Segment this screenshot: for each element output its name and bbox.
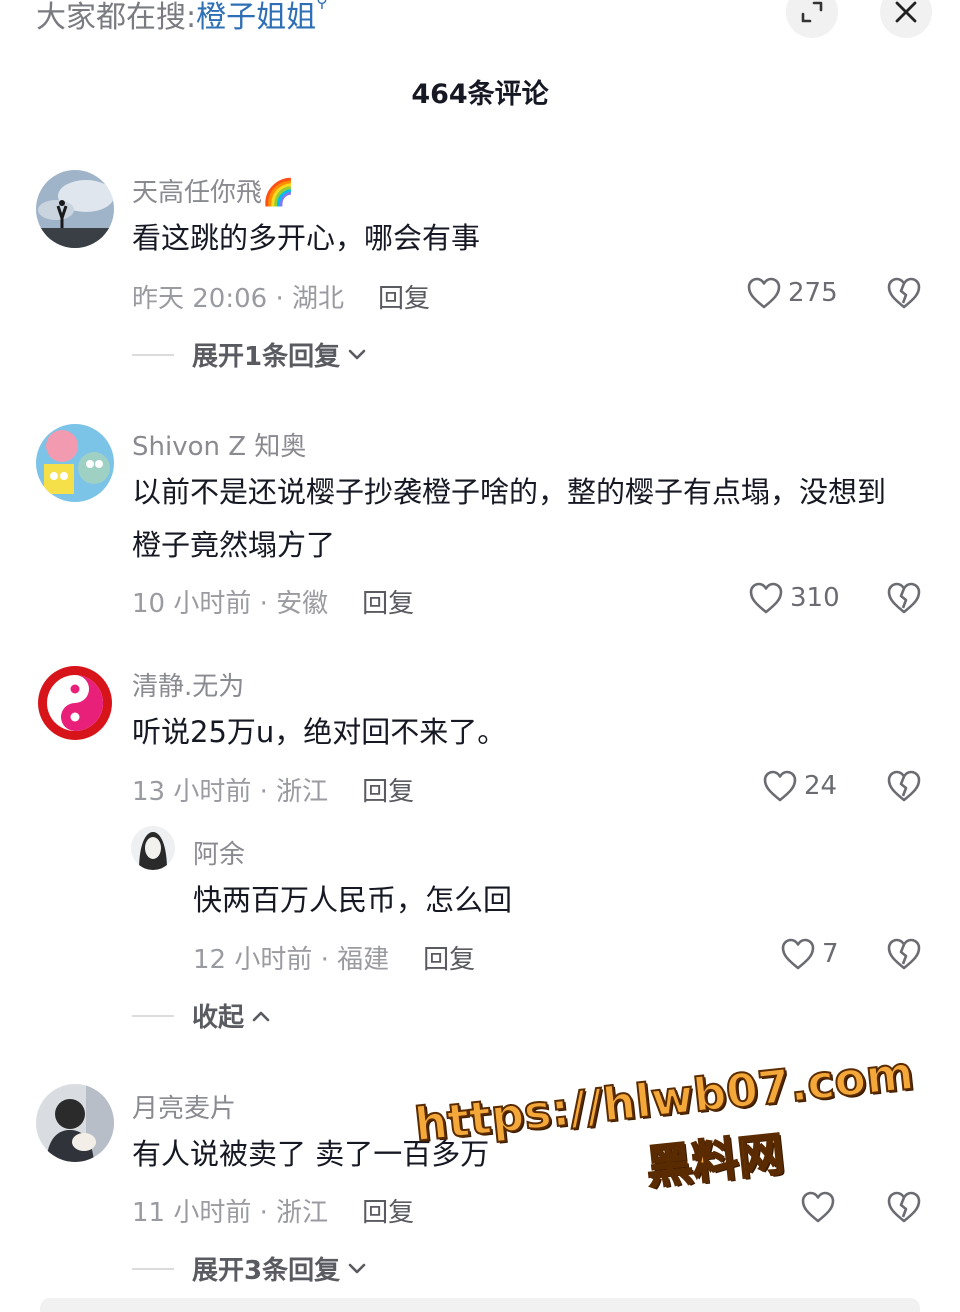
comment-username[interactable]: 天高任你飛🌈 — [132, 172, 294, 209]
reply-button[interactable]: 回复 — [362, 589, 414, 619]
like-count: 275 — [788, 278, 838, 308]
divider-line — [132, 1014, 174, 1017]
comment-username[interactable]: 清静.无为 — [132, 666, 244, 703]
dislike-button[interactable] — [886, 1190, 922, 1228]
heart-icon — [747, 277, 781, 309]
dislike-button[interactable] — [886, 769, 922, 807]
reply-button[interactable]: 回复 — [378, 284, 430, 314]
broken-heart-icon — [887, 277, 921, 309]
like-button[interactable]: 275 — [746, 276, 838, 310]
comment-text: 以前不是还说樱子抄袭橙子啥的，整的樱子有点塌，没想到橙子竟然塌方了 — [132, 475, 887, 562]
chevron-down-icon — [348, 349, 366, 359]
heart-icon — [763, 770, 797, 802]
comment-text: 听说25万u，绝对回不来了。 — [132, 715, 507, 749]
expand-replies-label: 展开1条回复 — [192, 342, 341, 372]
heart-icon — [749, 582, 783, 614]
expand-replies-button[interactable]: 展开1条回复 — [132, 336, 366, 373]
dislike-button[interactable] — [886, 937, 922, 975]
search-icon: ⚲ — [316, 0, 328, 11]
like-count: 24 — [804, 771, 838, 801]
expand-replies-label: 展开3条回复 — [192, 1256, 341, 1286]
broken-heart-icon — [887, 770, 921, 802]
avatar[interactable] — [36, 170, 114, 248]
comment-username[interactable]: Shivon Z 知奥 — [132, 426, 306, 463]
top-bar: 大家都在搜:橙子姐姐⚲ — [0, 0, 960, 40]
reply-meta: 12 小时前 · 福建 回复 — [193, 939, 475, 976]
comment-count: 464条评论 — [411, 79, 549, 110]
comment-meta: 11 小时前 · 浙江 回复 — [132, 1192, 414, 1229]
comment-text: 看这跳的多开心，哪会有事 — [132, 221, 481, 255]
avatar[interactable] — [36, 664, 114, 742]
search-suggestion-prefix: 大家都在搜: — [36, 0, 197, 35]
expand-replies-button[interactable]: 展开3条回复 — [132, 1250, 366, 1287]
reply-avatar[interactable] — [131, 826, 175, 870]
dislike-button[interactable] — [886, 276, 922, 314]
heart-icon — [801, 1191, 835, 1223]
expand-button[interactable] — [786, 0, 838, 38]
reply-button[interactable]: 回复 — [423, 945, 475, 975]
heart-icon — [781, 938, 815, 970]
divider-line — [132, 353, 174, 356]
comment-time-location: 13 小时前 · 浙江 — [132, 777, 329, 807]
collapse-replies-button[interactable]: 收起 — [132, 997, 270, 1034]
like-button[interactable]: 24 — [762, 769, 837, 803]
like-button[interactable]: 7 — [780, 937, 839, 971]
comment-meta: 昨天 20:06 · 湖北 回复 — [132, 278, 430, 315]
comment-time-location: 10 小时前 · 安徽 — [132, 589, 329, 619]
chevron-up-icon — [252, 1011, 270, 1021]
divider-line — [132, 1267, 174, 1270]
like-count: 7 — [822, 939, 839, 969]
search-suggestion[interactable]: 大家都在搜:橙子姐姐⚲ — [36, 0, 328, 36]
comment-input-bar[interactable] — [40, 1298, 920, 1312]
dislike-button[interactable] — [886, 581, 922, 619]
chevron-down-icon — [348, 1263, 366, 1273]
comment-username[interactable]: 月亮麦片 — [132, 1088, 236, 1125]
search-suggestion-keyword[interactable]: 橙子姐姐 — [196, 0, 316, 35]
expand-icon — [801, 1, 823, 23]
comment-meta: 13 小时前 · 浙江 回复 — [132, 771, 414, 808]
comment-meta: 10 小时前 · 安徽 回复 — [132, 583, 414, 620]
like-count: 310 — [790, 583, 840, 613]
close-button[interactable] — [880, 0, 932, 38]
avatar[interactable] — [36, 1084, 114, 1162]
comment-time-location: 昨天 20:06 · 湖北 — [132, 284, 344, 314]
like-button[interactable]: 310 — [748, 581, 840, 615]
comment-text: 有人说被卖了 卖了一百多万 — [132, 1137, 490, 1171]
broken-heart-icon — [887, 1191, 921, 1223]
reply-text: 快两百万人民币，怎么回 — [193, 883, 513, 917]
close-icon — [895, 1, 917, 23]
reply-button[interactable]: 回复 — [362, 777, 414, 807]
broken-heart-icon — [887, 582, 921, 614]
reply-button[interactable]: 回复 — [362, 1198, 414, 1228]
reply-time-location: 12 小时前 · 福建 — [193, 945, 390, 975]
comment-time-location: 11 小时前 · 浙江 — [132, 1198, 329, 1228]
reply-username[interactable]: 阿余 — [193, 834, 245, 871]
collapse-replies-label: 收起 — [192, 1003, 245, 1033]
avatar[interactable] — [36, 424, 114, 502]
like-button[interactable] — [800, 1190, 842, 1224]
broken-heart-icon — [887, 938, 921, 970]
